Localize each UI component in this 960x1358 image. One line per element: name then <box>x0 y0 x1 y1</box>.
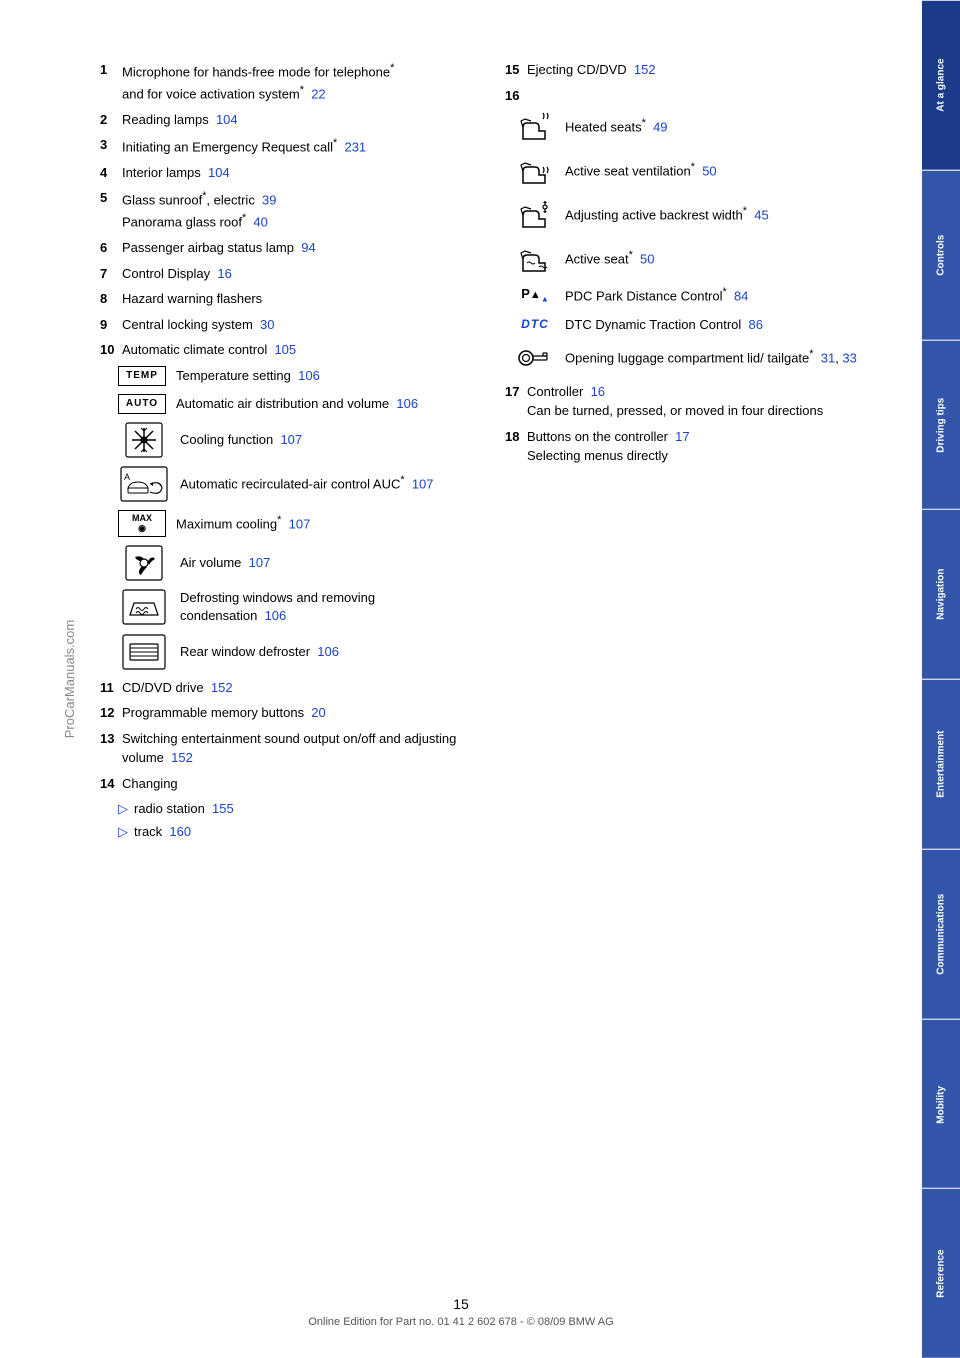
list-item: 13 Switching entertainment sound output … <box>100 729 475 768</box>
climate-item: TEMP Temperature setting 106 <box>118 366 475 386</box>
sidebar-tab-mobility[interactable]: Mobility <box>922 1019 960 1189</box>
active-seat-icon <box>515 241 555 275</box>
svg-text:A: A <box>124 472 130 482</box>
list-item: 3 Initiating an Emergency Request call* … <box>100 135 475 157</box>
list-item: 18 Buttons on the controller 17 Selectin… <box>505 427 880 466</box>
list-item: 1 Microphone for hands-free mode for tel… <box>100 60 475 104</box>
seat-item: Adjusting active backrest width* 45 <box>515 197 880 231</box>
temp-icon: TEMP <box>118 366 166 386</box>
climate-item: MAX◉ Maximum cooling* 107 <box>118 510 475 538</box>
max-icon: MAX◉ <box>118 510 166 538</box>
seat-section: Heated seats* 49 <box>515 109 880 372</box>
list-item: 6 Passenger airbag status lamp 94 <box>100 238 475 258</box>
list-item: 12 Programmable memory buttons 20 <box>100 703 475 723</box>
backrest-icon <box>515 197 555 231</box>
cooling-icon <box>118 422 170 458</box>
list-item: 7 Control Display 16 <box>100 264 475 284</box>
climate-item: Cooling function 107 <box>118 422 475 458</box>
left-column: 1 Microphone for hands-free mode for tel… <box>100 60 475 844</box>
list-item: 8 Hazard warning flashers <box>100 289 475 309</box>
sidebar-tab-navigation[interactable]: Navigation <box>922 509 960 679</box>
sidebar-tab-reference[interactable]: Reference <box>922 1188 960 1358</box>
list-item: 15 Ejecting CD/DVD 152 <box>505 60 880 80</box>
list-item: 2 Reading lamps 104 <box>100 110 475 130</box>
sidebar: At a glance Controls Driving tips Naviga… <box>922 0 960 1358</box>
sidebar-tab-driving-tips[interactable]: Driving tips <box>922 340 960 510</box>
page-number: 15 <box>0 1296 922 1312</box>
seat-item: Opening luggage compartment lid/ tailgat… <box>515 344 880 372</box>
rear-defroster-icon <box>118 634 170 670</box>
list-item: 4 Interior lamps 104 <box>100 163 475 183</box>
seat-item: Heated seats* 49 <box>515 109 880 143</box>
auto-icon: AUTO <box>118 394 166 414</box>
list-item: 16 <box>505 86 880 106</box>
list-subitem: ▷ track 160 <box>118 822 475 842</box>
sidebar-tab-entertainment[interactable]: Entertainment <box>922 679 960 849</box>
list-item: 17 Controller 16 Can be turned, pressed,… <box>505 382 880 421</box>
list-item: 9 Central locking system 30 <box>100 315 475 335</box>
sidebar-tab-controls[interactable]: Controls <box>922 170 960 340</box>
climate-item: AUTO Automatic air distribution and volu… <box>118 394 475 414</box>
pdc-icon: P▲▲ <box>515 285 555 305</box>
list-subitem: ▷ radio station 155 <box>118 799 475 819</box>
defrost-icon <box>118 589 170 625</box>
climate-item: Defrosting windows and removing condensa… <box>118 589 475 625</box>
list-item: 14 Changing <box>100 774 475 794</box>
heated-seat-icon <box>515 109 555 143</box>
climate-section: TEMP Temperature setting 106 AUTO Automa… <box>118 366 475 670</box>
dtc-icon: DTC <box>515 316 555 333</box>
list-item: 10 Automatic climate control 105 <box>100 340 475 360</box>
auc-icon: A <box>118 466 170 502</box>
sidebar-tab-communications[interactable]: Communications <box>922 849 960 1019</box>
luggage-icon <box>515 344 555 372</box>
page-footer: 15 Online Edition for Part no. 01 41 2 6… <box>0 1296 922 1328</box>
climate-item: Rear window defroster 106 <box>118 634 475 670</box>
seat-item: P▲▲ PDC Park Distance Control* 84 <box>515 285 880 306</box>
right-column: 15 Ejecting CD/DVD 152 16 <box>505 60 880 844</box>
climate-item: Air volume 107 <box>118 545 475 581</box>
seat-vent-icon <box>515 153 555 187</box>
list-item: 11 CD/DVD drive 152 <box>100 678 475 698</box>
seat-item: Active seat ventilation* 50 <box>515 153 880 187</box>
list-item: 5 Glass sunroof*, electric 39 Panorama g… <box>100 188 475 232</box>
airvolume-icon <box>118 545 170 581</box>
climate-item: A Automatic recirculated-air control AUC… <box>118 466 475 502</box>
seat-item: DTC DTC Dynamic Traction Control 86 <box>515 316 880 334</box>
footer-text: Online Edition for Part no. 01 41 2 602 … <box>0 1316 922 1328</box>
sidebar-tab-at-a-glance[interactable]: At a glance <box>922 0 960 170</box>
seat-item: Active seat* 50 <box>515 241 880 275</box>
